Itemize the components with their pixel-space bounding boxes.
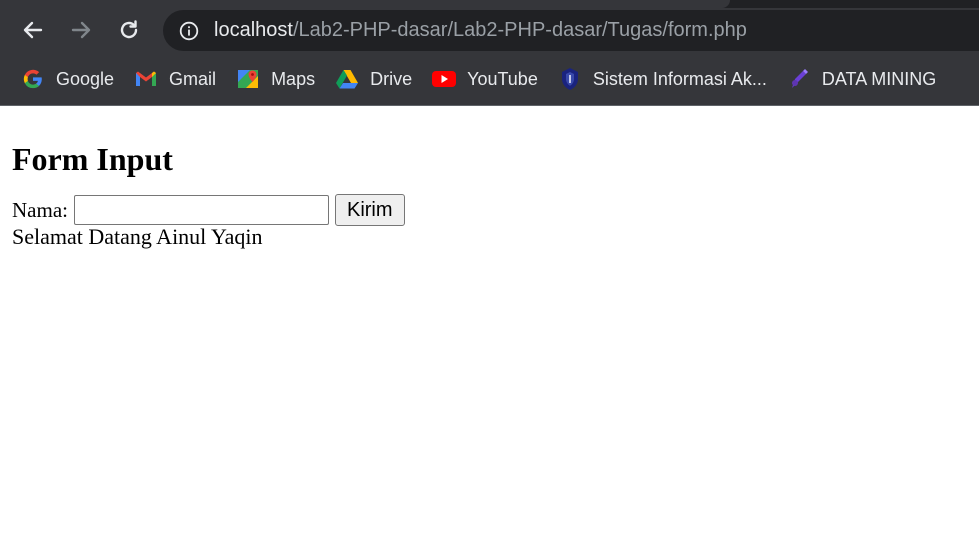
address-bar[interactable]: localhost/Lab2-PHP-dasar/Lab2-PHP-dasar/…: [163, 10, 979, 51]
page-content: Form Input Nama: Kirim Selamat Datang Ai…: [0, 140, 979, 250]
bookmark-label: Google: [56, 68, 115, 89]
forward-arrow-icon[interactable]: [67, 16, 95, 44]
bookmark-label: Maps: [271, 68, 316, 89]
submit-button[interactable]: Kirim: [334, 194, 405, 226]
youtube-icon: [432, 67, 457, 91]
bookmark-label: Drive: [370, 68, 413, 89]
bookmark-data-mining[interactable]: DATA MINING: [777, 61, 946, 97]
bookmark-google[interactable]: Google: [0, 61, 124, 97]
datamining-icon: [787, 67, 811, 91]
welcome-message: Selamat Datang Ainul Yaqin: [12, 224, 263, 249]
name-input[interactable]: [73, 195, 329, 225]
url-host: localhost: [214, 19, 293, 41]
maps-icon: [236, 67, 260, 91]
url-path: /Lab2-PHP-dasar/Lab2-PHP-dasar/Tugas/for…: [292, 19, 747, 41]
browser-chrome: localhost/Lab2-PHP-dasar/Lab2-PHP-dasar/…: [0, 0, 979, 106]
bookmark-label: DATA MINING: [821, 68, 937, 89]
bookmark-sistem-informasi[interactable]: Sistem Informasi Ak...: [548, 61, 777, 97]
bookmark-drive[interactable]: Drive: [325, 61, 422, 97]
bookmark-gmail[interactable]: Gmail: [124, 61, 226, 97]
google-icon: [21, 67, 45, 91]
active-tab-edge: [0, 0, 730, 8]
toolbar-divider: [0, 105, 979, 106]
bookmark-label: YouTube: [467, 68, 538, 89]
bookmark-youtube[interactable]: YouTube: [422, 61, 548, 97]
back-arrow-icon[interactable]: [19, 16, 47, 44]
bookmarks-bar: Google Gmail Maps Drive YouTube Sistem I…: [0, 53, 979, 105]
reload-icon[interactable]: [115, 16, 143, 44]
site-info-icon[interactable]: [178, 20, 200, 42]
bookmark-label: Gmail: [169, 68, 217, 89]
browser-toolbar: localhost/Lab2-PHP-dasar/Lab2-PHP-dasar/…: [0, 8, 979, 53]
university-logo-icon: [558, 67, 582, 91]
name-form: Nama: Kirim: [12, 192, 967, 228]
name-label: Nama:: [12, 197, 68, 222]
bookmark-maps[interactable]: Maps: [226, 61, 325, 97]
url-text[interactable]: localhost/Lab2-PHP-dasar/Lab2-PHP-dasar/…: [214, 19, 747, 42]
drive-icon: [335, 67, 359, 91]
bookmark-label: Sistem Informasi Ak...: [592, 68, 767, 89]
page-title: Form Input: [12, 141, 173, 177]
gmail-icon: [134, 67, 158, 91]
